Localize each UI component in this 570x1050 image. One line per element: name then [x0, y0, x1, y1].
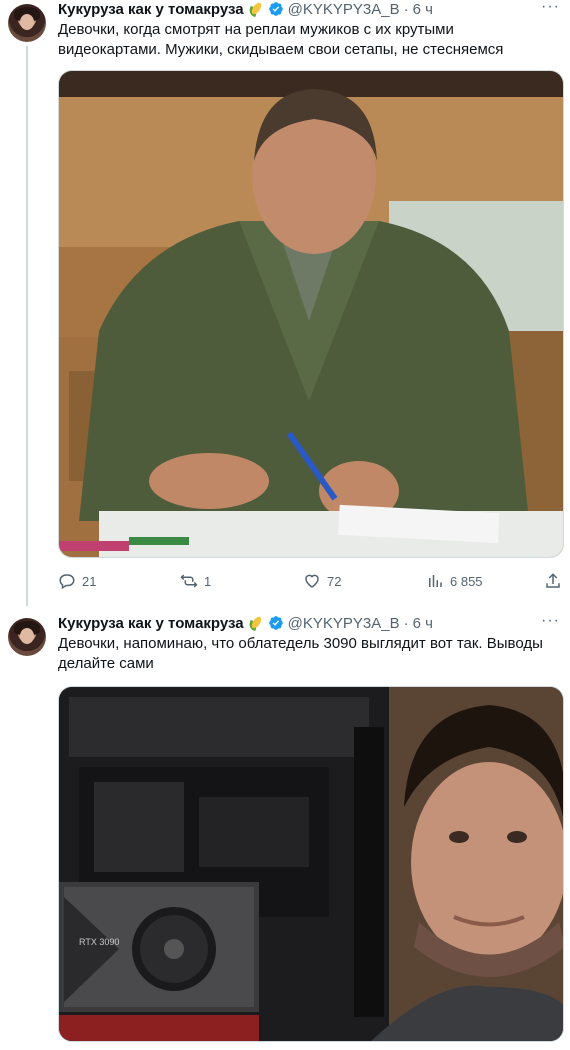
like-button[interactable]: 72	[303, 572, 341, 590]
tweet-actions-bar: 21 1 72 6 855	[58, 572, 564, 592]
views-count: 6 855	[450, 573, 483, 589]
tweet-media-image[interactable]	[58, 70, 564, 558]
reply-button[interactable]: 21	[58, 572, 96, 590]
corn-emoji-icon	[247, 615, 264, 632]
author-name[interactable]: Кукуруза как у томакруза	[58, 615, 244, 632]
reply-count: 21	[82, 573, 97, 589]
tweet-media-image[interactable]: RTX 3090	[58, 686, 564, 1042]
tweet-text: Девочки, напоминаю, что облатедель 3090 …	[58, 635, 543, 672]
verified-badge-icon	[268, 2, 283, 16]
share-icon	[546, 573, 560, 588]
retweet-button[interactable]: 1	[180, 572, 211, 590]
corn-emoji-icon	[247, 1, 264, 18]
tweet-header: Кукуруза как у томакруза @KYKYPY3A_B · 6…	[58, 614, 433, 632]
tweet-timestamp[interactable]: 6 ч	[413, 1, 433, 18]
man-with-gpu-photo-icon: RTX 3090	[59, 687, 563, 1041]
author-avatar[interactable]	[8, 4, 46, 42]
retweet-icon	[180, 574, 198, 588]
author-handle[interactable]: @KYKYPY3A_B	[288, 1, 400, 18]
man-writing-photo-icon	[59, 71, 563, 557]
author-avatar[interactable]	[8, 618, 46, 656]
gpu-label: RTX 3090	[79, 937, 119, 947]
tweet-text: Девочки, когда смотрят на реплаи мужиков…	[58, 21, 504, 58]
like-count: 72	[327, 573, 342, 589]
thread-connector-line	[26, 46, 28, 606]
tweet-timestamp[interactable]: 6 ч	[413, 615, 433, 632]
tweet-2[interactable]: Кукуруза как у томакруза @KYKYPY3A_B · 6…	[0, 612, 570, 1050]
more-options-icon[interactable]: ···	[541, 0, 560, 16]
separator-dot: ·	[403, 614, 409, 632]
views-button[interactable]: 6 855	[426, 572, 483, 590]
author-handle[interactable]: @KYKYPY3A_B	[288, 615, 400, 632]
author-name[interactable]: Кукуруза как у томакруза	[58, 1, 244, 18]
more-options-icon[interactable]: ···	[541, 612, 560, 630]
separator-dot: ·	[403, 0, 409, 18]
heart-icon	[305, 574, 319, 588]
share-button[interactable]	[544, 572, 562, 590]
tweet-1[interactable]: Кукуруза как у томакруза @KYKYPY3A_B · 6…	[0, 0, 570, 606]
verified-badge-icon	[268, 616, 283, 630]
views-chart-icon	[429, 575, 442, 587]
retweet-count: 1	[204, 573, 212, 589]
reply-icon	[59, 574, 75, 590]
tweet-header: Кукуруза как у томакруза @KYKYPY3A_B · 6…	[58, 0, 433, 18]
